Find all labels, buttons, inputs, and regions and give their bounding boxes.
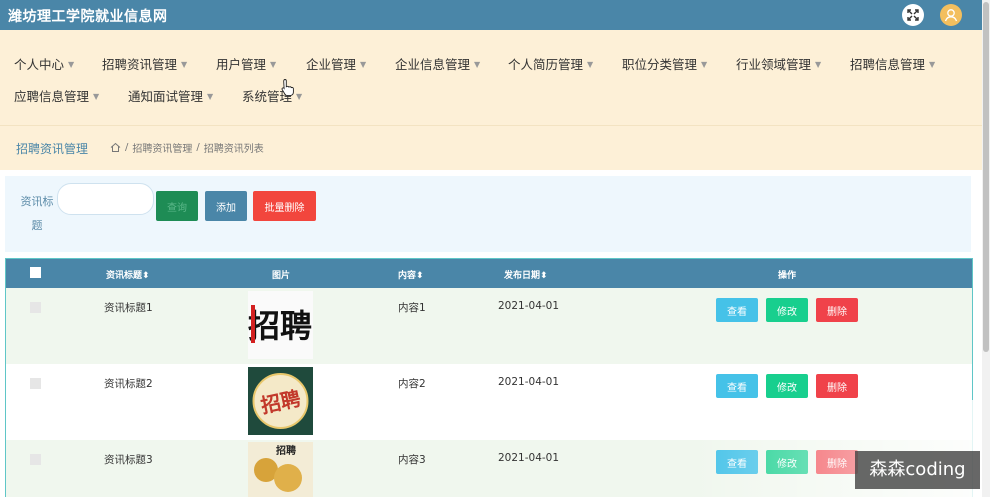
chevron-down-icon: ▼: [207, 92, 214, 101]
row-checkbox[interactable]: [30, 302, 41, 313]
edit-button[interactable]: 修改: [766, 298, 808, 322]
row-date: 2021-04-01: [498, 376, 560, 388]
chevron-down-icon: ▼: [587, 60, 594, 69]
breadcrumb-separator: /: [125, 142, 129, 153]
chevron-down-icon: ▼: [701, 60, 708, 69]
home-icon[interactable]: [110, 142, 121, 153]
breadcrumb: / 招聘资讯管理 / 招聘资讯列表: [110, 140, 264, 155]
search-panel: 资讯标题 查询 添加 批量删除: [5, 176, 971, 252]
chevron-down-icon: ▼: [93, 92, 100, 101]
breadcrumb-item-news-management[interactable]: 招聘资讯管理: [132, 140, 192, 155]
news-image-caption: 招聘: [276, 444, 296, 457]
row-date: 2021-04-01: [498, 300, 560, 312]
top-bar: 潍坊理工学院就业信息网: [0, 0, 982, 30]
edit-button[interactable]: 修改: [766, 374, 808, 398]
site-title: 潍坊理工学院就业信息网: [8, 9, 168, 25]
news-image-caption: 招聘: [248, 307, 312, 345]
chevron-down-icon: ▼: [270, 60, 277, 69]
row-title: 资讯标题1: [104, 302, 153, 314]
row-title: 资讯标题3: [104, 454, 153, 466]
menu-item-application-management[interactable]: 应聘信息管理 ▼: [14, 86, 99, 105]
chevron-down-icon: ▼: [296, 92, 303, 101]
fullscreen-icon[interactable]: [902, 4, 924, 26]
user-avatar-icon[interactable]: [940, 4, 962, 26]
menu-item-job-category-management[interactable]: 职位分类管理 ▼: [622, 54, 707, 73]
menu-item-personal-center[interactable]: 个人中心 ▼: [14, 54, 74, 73]
search-button[interactable]: 查询: [156, 191, 198, 221]
row-checkbox[interactable]: [30, 454, 41, 465]
breadcrumb-bar: 招聘资讯管理 / 招聘资讯管理 / 招聘资讯列表: [0, 125, 982, 170]
select-all-checkbox[interactable]: [30, 267, 41, 278]
row-title: 资讯标题2: [104, 378, 153, 390]
sort-icon: ⬍: [540, 271, 548, 281]
menu-item-recruit-info-management[interactable]: 招聘信息管理 ▼: [850, 54, 935, 73]
watermark: 森森coding: [855, 451, 980, 489]
sort-icon: ⬍: [142, 271, 150, 281]
chevron-down-icon: ▼: [815, 60, 822, 69]
menu-item-industry-management[interactable]: 行业领域管理 ▼: [736, 54, 821, 73]
chevron-down-icon: ▼: [474, 60, 481, 69]
mouse-cursor-icon: [281, 79, 294, 96]
news-image: 招聘: [248, 367, 313, 435]
main-menu: 个人中心 ▼ 招聘资讯管理 ▼ 用户管理 ▼ 企业管理 ▼ 企业信息管理 ▼ 个人简历管理…: [0, 30, 982, 125]
row-content: 内容1: [398, 302, 426, 314]
delete-button[interactable]: 删除: [816, 374, 858, 398]
column-header-image: 图片: [272, 271, 291, 281]
breadcrumb-separator: /: [196, 142, 200, 153]
column-header-title[interactable]: 资讯标题⬍: [106, 268, 150, 281]
search-label: 资讯标题: [20, 195, 54, 232]
menu-item-news-management[interactable]: 招聘资讯管理 ▼: [102, 54, 187, 73]
row-date: 2021-04-01: [498, 452, 560, 464]
menu-item-resume-management[interactable]: 个人简历管理 ▼: [508, 54, 593, 73]
chevron-down-icon: ▼: [360, 60, 367, 69]
delete-button[interactable]: 删除: [816, 298, 858, 322]
column-header-date[interactable]: 发布日期⬍: [504, 268, 548, 281]
menu-item-interview-notice-management[interactable]: 通知面试管理 ▼: [128, 86, 213, 105]
row-content: 内容2: [398, 378, 426, 390]
view-button[interactable]: 查看: [716, 298, 758, 322]
chevron-down-icon: ▼: [181, 60, 188, 69]
row-content: 内容3: [398, 454, 426, 466]
news-image: 招聘: [248, 291, 313, 359]
batch-delete-button[interactable]: 批量删除: [253, 191, 316, 221]
page-title: 招聘资讯管理: [16, 142, 89, 156]
page-scrollbar[interactable]: [982, 0, 990, 497]
table-header: 资讯标题⬍ 图片 内容⬍ 发布日期⬍ 操作: [6, 259, 972, 288]
news-image: 招聘: [248, 442, 313, 497]
table-row: 资讯标题1 招聘 内容1 2021-04-01 查看 修改 删除: [6, 288, 972, 364]
chevron-down-icon: ▼: [68, 60, 75, 69]
column-header-actions: 操作: [778, 271, 797, 281]
menu-item-company-management[interactable]: 企业管理 ▼: [306, 54, 366, 73]
news-title-search-input[interactable]: [57, 183, 154, 215]
menu-item-user-management[interactable]: 用户管理 ▼: [216, 54, 276, 73]
breadcrumb-item-news-list: 招聘资讯列表: [203, 144, 264, 155]
add-button[interactable]: 添加: [205, 191, 247, 221]
row-checkbox[interactable]: [30, 378, 41, 389]
view-button[interactable]: 查看: [716, 374, 758, 398]
scrollbar-thumb[interactable]: [983, 2, 989, 352]
column-header-content[interactable]: 内容⬍: [398, 268, 424, 281]
menu-item-company-info-management[interactable]: 企业信息管理 ▼: [395, 54, 480, 73]
chevron-down-icon: ▼: [929, 60, 936, 69]
sort-icon: ⬍: [416, 271, 424, 281]
